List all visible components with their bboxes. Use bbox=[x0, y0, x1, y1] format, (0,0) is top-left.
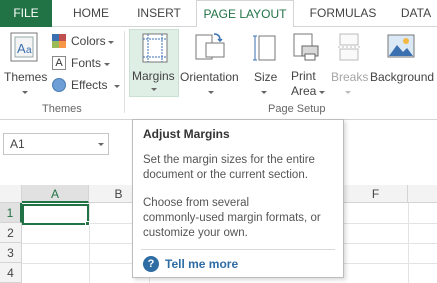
chevron-down-icon bbox=[345, 91, 351, 94]
background-icon bbox=[387, 34, 415, 58]
fonts-label: Fonts bbox=[71, 56, 102, 70]
chevron-down-icon bbox=[319, 91, 325, 94]
breaks-icon bbox=[338, 33, 360, 61]
print-area-label-line2: Area bbox=[291, 84, 317, 98]
themes-group-label: Themes bbox=[42, 103, 82, 115]
tooltip-title: Adjust Margins bbox=[143, 127, 230, 141]
tooltip-text: commonly-used margin formats, or bbox=[143, 212, 321, 224]
chevron-down-icon bbox=[114, 85, 120, 88]
fonts-icon: A bbox=[52, 56, 66, 70]
row-header-1[interactable]: 1 bbox=[0, 203, 22, 223]
size-label: Size bbox=[254, 70, 278, 84]
tooltip-text: document or the current section. bbox=[143, 169, 308, 181]
tab-data[interactable]: DATA bbox=[392, 0, 437, 27]
cell-a1[interactable] bbox=[22, 204, 89, 225]
column-header-f[interactable]: F bbox=[344, 185, 408, 203]
fonts-button[interactable]: A Fonts bbox=[52, 54, 118, 74]
tooltip-adjust-margins: Adjust Margins Set the margin sizes for … bbox=[132, 119, 344, 278]
print-area-label-line1: Print bbox=[291, 69, 316, 83]
column-header-a[interactable]: A bbox=[22, 185, 89, 203]
tooltip-text: Choose from several bbox=[143, 197, 250, 209]
breaks-button[interactable]: Breaks bbox=[330, 29, 369, 97]
themes-icon: A a bbox=[10, 32, 38, 62]
colors-icon bbox=[52, 34, 66, 48]
group-separator bbox=[124, 31, 125, 113]
chevron-down-icon bbox=[261, 91, 267, 94]
margins-icon bbox=[142, 33, 168, 63]
row-header-3[interactable]: 3 bbox=[0, 243, 22, 263]
tab-formulas[interactable]: FORMULAS bbox=[302, 0, 384, 27]
tooltip-text: customize your own. bbox=[143, 227, 248, 239]
page-setup-group-label: Page Setup bbox=[268, 103, 326, 115]
size-button[interactable]: Size bbox=[248, 29, 280, 97]
chevron-down-icon bbox=[108, 41, 114, 44]
ribbon-tab-bar: FILE HOME INSERT PAGE LAYOUT FORMULAS DA… bbox=[0, 0, 437, 28]
gridline bbox=[408, 203, 409, 283]
row-header-2[interactable]: 2 bbox=[0, 223, 22, 243]
svg-text:a: a bbox=[26, 45, 32, 56]
tab-insert[interactable]: INSERT bbox=[126, 0, 192, 27]
effects-icon bbox=[52, 78, 66, 92]
chevron-down-icon bbox=[22, 91, 28, 94]
chevron-down-icon bbox=[104, 63, 110, 66]
tell-me-more-link[interactable]: Tell me more bbox=[165, 257, 238, 271]
name-box-value: A1 bbox=[10, 137, 25, 151]
orientation-icon bbox=[195, 33, 225, 60]
size-icon bbox=[253, 35, 276, 61]
tooltip-divider bbox=[141, 249, 335, 250]
breaks-label: Breaks bbox=[331, 70, 369, 84]
tab-file[interactable]: FILE bbox=[0, 0, 52, 27]
tab-page-layout[interactable]: PAGE LAYOUT bbox=[196, 0, 294, 28]
margins-label: Margins bbox=[132, 69, 175, 83]
print-area-button[interactable]: Print Area bbox=[286, 29, 326, 103]
themes-button[interactable]: A a Themes bbox=[2, 29, 48, 99]
orientation-button[interactable]: Orientation bbox=[180, 29, 242, 97]
select-all-corner[interactable] bbox=[0, 185, 22, 203]
colors-button[interactable]: Colors bbox=[52, 32, 118, 52]
orientation-label: Orientation bbox=[180, 70, 239, 84]
margins-button[interactable]: Margins bbox=[129, 29, 179, 97]
print-area-icon bbox=[293, 33, 319, 61]
background-button[interactable]: Background bbox=[370, 29, 437, 97]
name-box[interactable]: A1 bbox=[3, 133, 109, 155]
tooltip-text: Set the margin sizes for the entire bbox=[143, 154, 315, 166]
gridline bbox=[89, 203, 90, 283]
colors-label: Colors bbox=[71, 34, 106, 48]
chevron-down-icon[interactable] bbox=[98, 143, 104, 146]
effects-label: Effects bbox=[71, 78, 108, 92]
tab-home[interactable]: HOME bbox=[62, 0, 120, 27]
chevron-down-icon bbox=[151, 88, 157, 91]
effects-button[interactable]: Effects bbox=[52, 76, 120, 96]
themes-label: Themes bbox=[4, 70, 48, 84]
ribbon: A a Themes Colors A Fonts Effects Themes bbox=[0, 27, 437, 120]
chevron-down-icon bbox=[208, 91, 214, 94]
help-icon: ? bbox=[143, 256, 159, 272]
row-header-4[interactable]: 4 bbox=[0, 263, 22, 283]
fill-handle[interactable] bbox=[85, 221, 90, 226]
background-label: Background bbox=[370, 70, 435, 84]
svg-text:A: A bbox=[17, 41, 26, 56]
